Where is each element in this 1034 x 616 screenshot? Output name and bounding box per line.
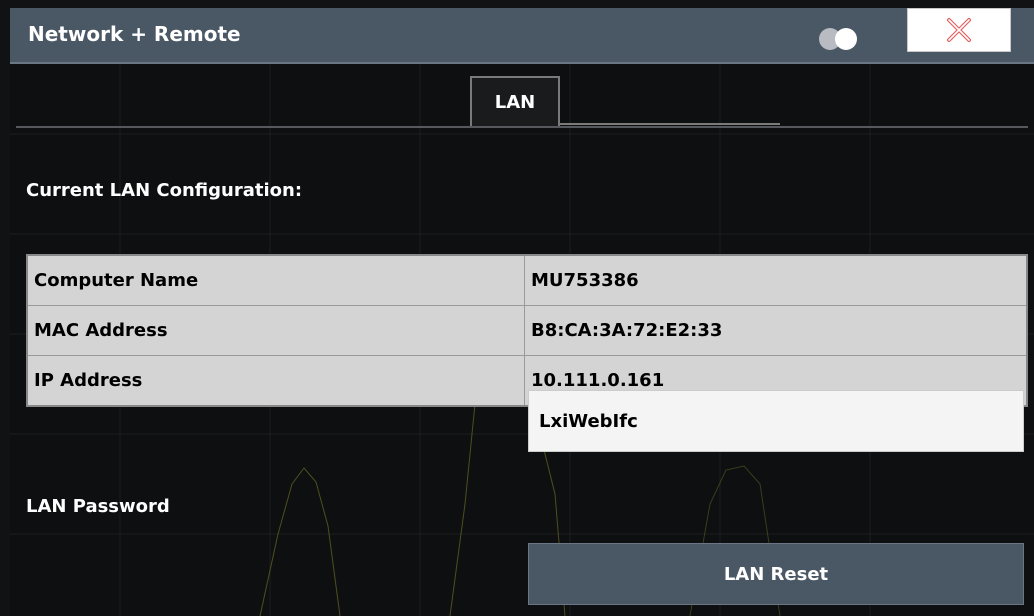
row-value: B8:CA:3A:72:E2:33 [524,305,1028,356]
dialog-title: Network + Remote [28,22,241,46]
row-key: MAC Address [26,305,525,356]
dialog-content: LAN Current LAN Configuration: Computer … [10,64,1034,616]
section-heading: Current LAN Configuration: [26,180,303,201]
tab-lan[interactable]: LAN [470,76,560,126]
display-toggle-icon[interactable] [816,27,864,51]
panel-border [16,126,1028,128]
close-button[interactable] [907,8,1011,52]
table-row: Computer Name MU753386 [26,254,1028,306]
title-bar: Network + Remote [10,8,1034,64]
lan-reset-button[interactable]: LAN Reset [528,543,1024,605]
network-remote-dialog: Network + Remote LAN Current LAN Configu… [0,0,1034,616]
row-value: MU753386 [524,254,1028,306]
close-x-icon [947,18,971,42]
row-key: IP Address [26,355,525,407]
lan-password-input[interactable]: LxiWebIfc [528,390,1024,452]
tab-bar: LAN [470,76,780,126]
lan-config-table: Computer Name MU753386 MAC Address B8:CA… [26,254,1028,407]
lan-password-label: LAN Password [26,496,170,517]
table-row: MAC Address B8:CA:3A:72:E2:33 [26,305,1028,356]
tab-underline [560,123,780,125]
row-key: Computer Name [26,254,525,306]
